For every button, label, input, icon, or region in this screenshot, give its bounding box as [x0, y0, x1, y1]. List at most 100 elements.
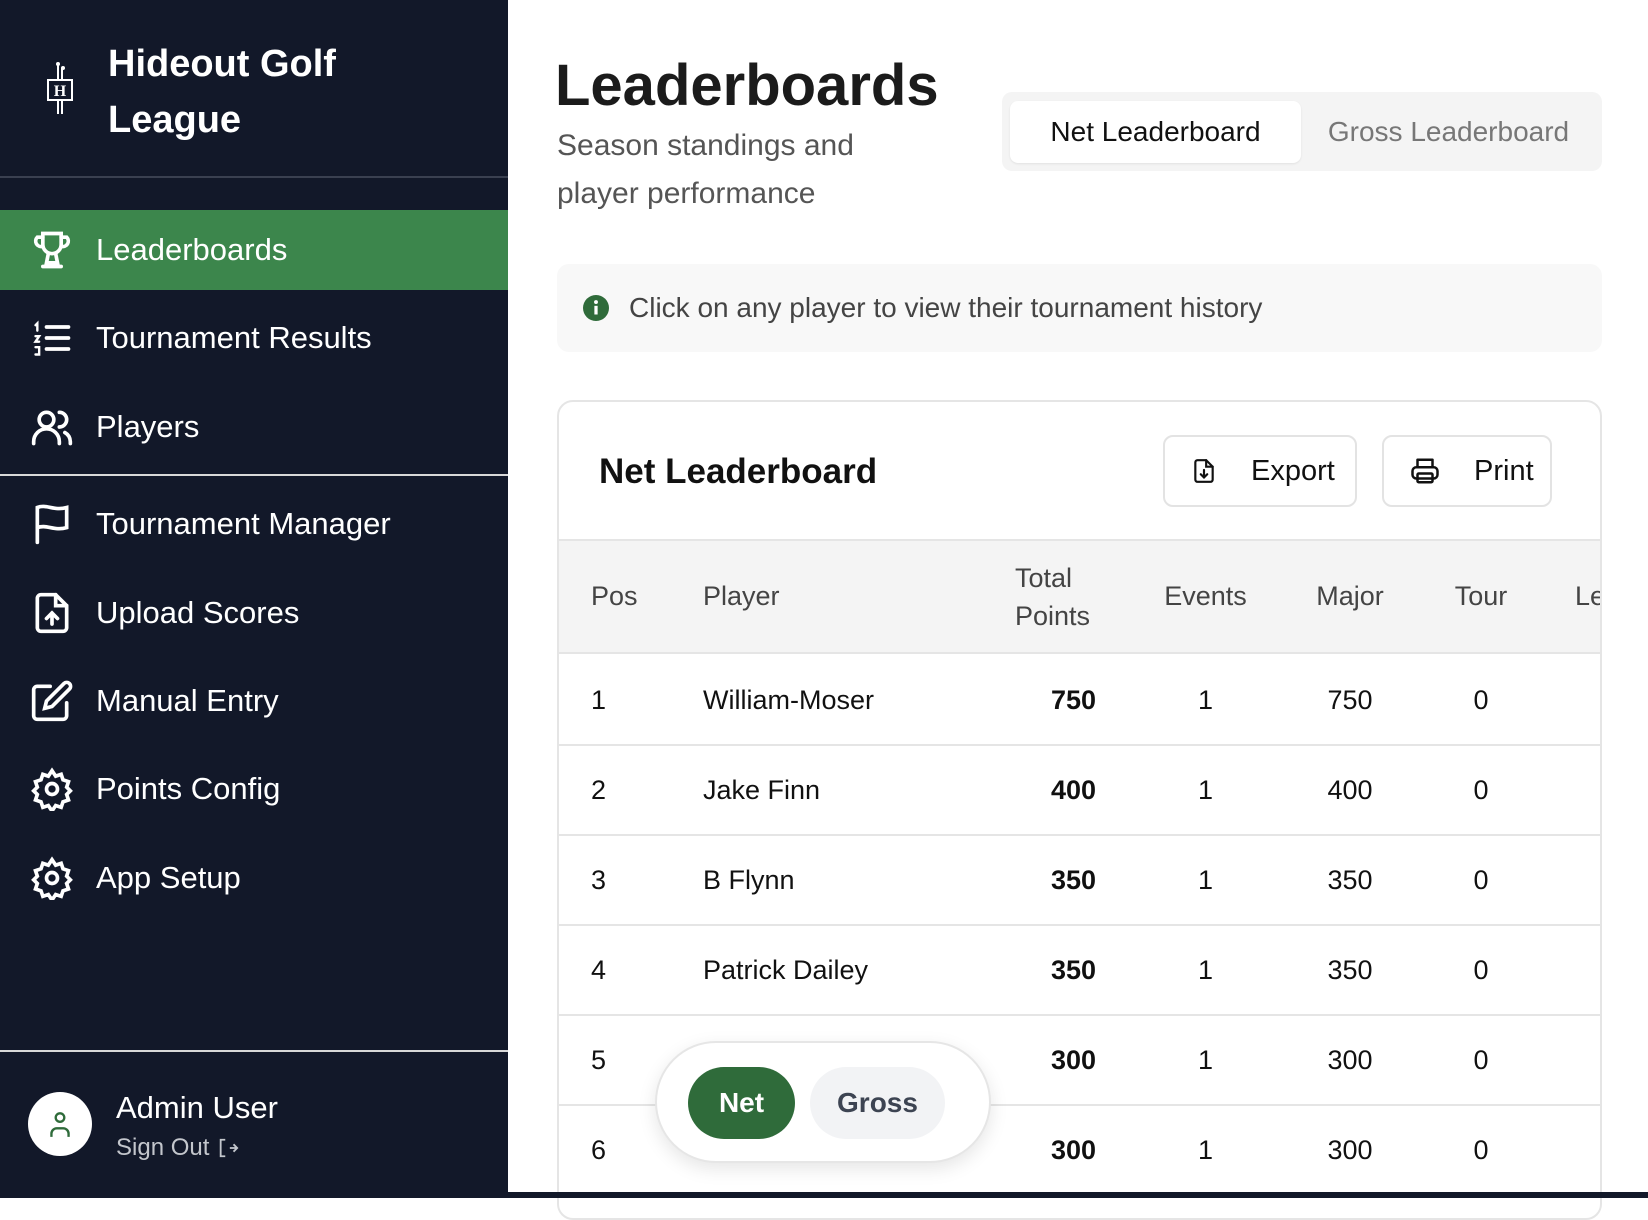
toggle-gross-button[interactable]: Gross [810, 1067, 945, 1139]
bottom-edge [508, 1192, 1648, 1198]
export-button[interactable]: Export [1163, 435, 1357, 507]
app-title-line1: Hideout Golf [108, 43, 336, 85]
app-title: Hideout Golf League [108, 36, 336, 148]
cell-major: 300 [1327, 1044, 1373, 1075]
sign-out-icon [220, 1138, 239, 1158]
cell-total: 300 [1050, 1134, 1096, 1165]
toggle-net-button[interactable]: Net [688, 1067, 795, 1139]
table-row[interactable]: 2 Jake Finn 400 1 400 0 [559, 746, 1600, 836]
table-row[interactable]: 4 Patrick Dailey 350 1 350 0 [559, 926, 1600, 1016]
column-header-pos[interactable]: Pos [559, 541, 671, 652]
gear-icon [31, 856, 73, 900]
cell-total: 350 [1050, 864, 1096, 895]
column-header-events[interactable]: Events [1119, 541, 1292, 652]
printer-icon [1411, 458, 1439, 484]
users-icon [31, 410, 73, 446]
sidebar-item-manual-entry[interactable]: Manual Entry [0, 661, 508, 741]
cell-total: 400 [1050, 774, 1096, 805]
file-download-icon [1194, 459, 1214, 483]
print-button[interactable]: Print [1382, 435, 1552, 507]
info-text: Click on any player to view their tourna… [629, 292, 1263, 323]
card-title: Net Leaderboard [599, 452, 878, 491]
column-header-major[interactable]: Major [1292, 541, 1408, 652]
cell-major: 300 [1327, 1134, 1373, 1165]
table-row[interactable]: 1 William-Moser 750 1 750 0 [559, 656, 1600, 746]
cell-tour: 0 [1473, 864, 1489, 895]
golf-logo-icon: H [47, 62, 73, 114]
avatar[interactable] [28, 1092, 92, 1156]
sidebar-item-tournament-results[interactable]: Tournament Results [0, 298, 508, 378]
cell-player: Jake Finn [703, 774, 821, 805]
sign-out-link[interactable]: Sign Out [116, 1134, 239, 1162]
page-title: Leaderboards [555, 53, 939, 118]
sidebar-item-label: Players [96, 409, 200, 444]
print-label: Print [1474, 454, 1534, 487]
tab-net-leaderboard[interactable]: Net Leaderboard [1010, 101, 1301, 163]
cell-player: William-Moser [703, 684, 874, 715]
cell-tour: 0 [1473, 684, 1489, 715]
column-header-player[interactable]: Player [671, 541, 979, 652]
file-upload-icon [35, 592, 69, 634]
cell-events: 1 [1197, 1134, 1214, 1165]
app-title-line2: League [108, 99, 242, 141]
divider [0, 176, 508, 178]
page-subtitle: Season standings and player performance [557, 129, 854, 210]
sidebar-item-label: Tournament Results [96, 320, 372, 355]
cell-events: 1 [1197, 1044, 1214, 1075]
tab-gross-leaderboard[interactable]: Gross Leaderboard [1301, 101, 1596, 163]
sidebar-item-tournament-manager[interactable]: Tournament Manager [0, 484, 508, 564]
cell-major: 350 [1327, 864, 1373, 895]
cell-events: 1 [1197, 774, 1214, 805]
gear-icon [31, 767, 73, 811]
cell-events: 1 [1197, 684, 1214, 715]
sidebar-item-label: App Setup [96, 860, 241, 895]
svg-text:H: H [54, 83, 67, 100]
sidebar-item-upload-scores[interactable]: Upload Scores [0, 573, 508, 653]
edit-icon [31, 680, 73, 722]
cell-pos: 1 [591, 684, 607, 715]
cell-pos: 6 [591, 1134, 607, 1165]
sidebar-item-label: Upload Scores [96, 595, 300, 630]
net-gross-toggle: Net Gross [655, 1041, 991, 1163]
cell-major: 400 [1327, 774, 1373, 805]
numbered-list-icon [33, 320, 71, 356]
sidebar-item-label: Tournament Manager [96, 506, 391, 541]
cell-events: 1 [1197, 954, 1214, 985]
user-name: Admin User [116, 1090, 278, 1125]
table-row[interactable]: 3 B Flynn 350 1 350 0 [559, 836, 1600, 926]
cell-tour: 0 [1473, 774, 1489, 805]
sidebar-item-label: Leaderboards [96, 232, 288, 267]
cell-pos: 4 [591, 954, 607, 985]
cell-player: B Flynn [703, 864, 795, 895]
cell-player: Patrick Dailey [703, 954, 869, 985]
info-icon [583, 295, 609, 321]
cell-total: 750 [1050, 684, 1096, 715]
sidebar-item-label: Points Config [96, 771, 281, 806]
trophy-icon [33, 231, 71, 269]
sidebar-item-label: Manual Entry [96, 683, 279, 718]
sidebar-item-leaderboards[interactable]: Leaderboards [0, 210, 508, 290]
cell-events: 1 [1197, 864, 1214, 895]
sidebar-item-players[interactable]: Players [0, 387, 508, 467]
column-header-tour[interactable]: Tour [1408, 541, 1554, 652]
cell-tour: 0 [1473, 954, 1489, 985]
cell-total: 300 [1050, 1044, 1096, 1075]
info-banner: Click on any player to view their tourna… [557, 264, 1602, 352]
sidebar: H Hideout Golf League Leaderboards Tourna… [0, 0, 508, 1198]
table-header: Pos Player Total Points Events Major Tou… [559, 539, 1600, 654]
sidebar-item-points-config[interactable]: Points Config [0, 749, 508, 829]
leaderboard-tabs: Net Leaderboard Gross Leaderboard [1002, 92, 1602, 171]
cell-pos: 2 [591, 774, 607, 805]
divider [0, 1050, 508, 1052]
sidebar-item-app-setup[interactable]: App Setup [0, 838, 508, 918]
cell-tour: 0 [1473, 1044, 1489, 1075]
cell-major: 350 [1327, 954, 1373, 985]
user-icon [50, 1112, 70, 1137]
divider [0, 474, 508, 476]
column-header-total-points[interactable]: Total Points [979, 541, 1109, 652]
cell-pos: 3 [591, 864, 607, 895]
export-label: Export [1251, 454, 1335, 487]
column-header-le[interactable]: Le [1575, 541, 1600, 652]
flag-icon [35, 504, 69, 545]
cell-major: 750 [1327, 684, 1373, 715]
